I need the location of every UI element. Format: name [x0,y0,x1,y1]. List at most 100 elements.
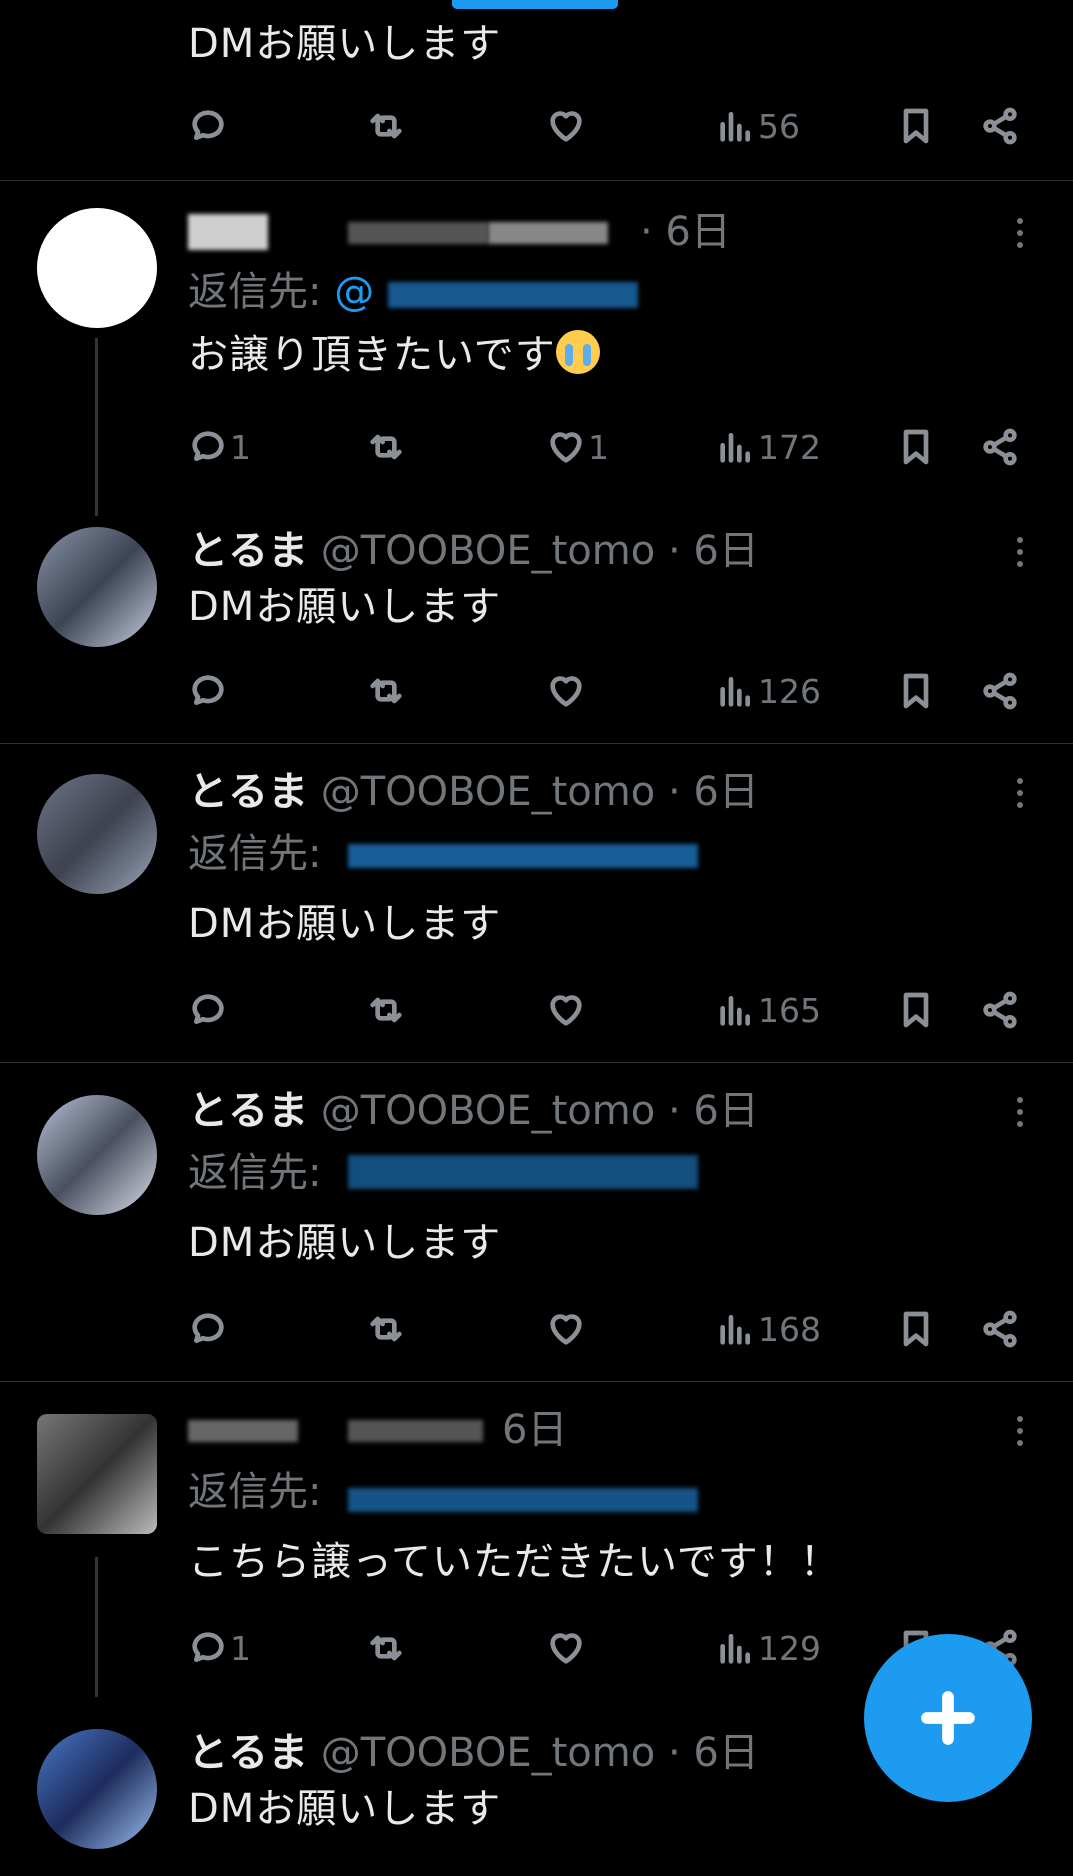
blurred-username [348,1420,483,1442]
more-button[interactable] [1010,774,1030,818]
share-button[interactable] [980,1305,1020,1353]
avatar[interactable] [37,1414,157,1534]
reply-button[interactable]: 1 [188,423,251,471]
bookmark-button[interactable] [896,986,936,1034]
views-button[interactable]: 168 [716,1305,821,1353]
bookmark-icon [896,427,936,467]
reply-button[interactable]: 1 [188,1624,251,1672]
like-count: 1 [588,427,609,467]
bookmark-icon [896,671,936,711]
avatar[interactable] [37,1729,157,1849]
tweet[interactable]: とるま @TOOBOE_tomo · 6日 DMお願いします 126 [0,510,1073,742]
reply-button[interactable] [188,1305,228,1353]
views-icon [716,1628,756,1668]
tweet-time[interactable]: · 6日 [668,1088,759,1134]
share-button[interactable] [980,986,1020,1034]
bookmark-button[interactable] [896,667,936,715]
views-button[interactable]: 126 [716,667,821,715]
reply-icon [188,427,228,467]
tweet[interactable]: DMお願いします 56 [0,0,1073,180]
tweet[interactable]: · 6日 返信先: @ お譲り頂きたいです 1 1 172 [0,181,1073,516]
views-button[interactable]: 165 [716,986,821,1034]
like-icon [546,106,586,146]
reply-button[interactable] [188,667,228,715]
bookmark-button[interactable] [896,1305,936,1353]
tweet-text: お譲り頂きたいです [188,330,600,379]
share-button[interactable] [980,423,1020,471]
views-button[interactable]: 172 [716,423,821,471]
more-button[interactable] [1010,533,1030,577]
avatar[interactable] [37,208,157,328]
user-handle[interactable]: @TOOBOE_tomo [321,1730,656,1776]
like-button[interactable] [546,1624,586,1672]
display-name[interactable]: とるま [188,1730,308,1776]
tweet-time[interactable]: · 6日 [668,1730,759,1776]
views-icon [716,671,756,711]
user-handle[interactable]: @TOOBOE_tomo [321,528,656,574]
share-button[interactable] [980,667,1020,715]
views-count: 165 [758,990,821,1030]
retweet-button[interactable] [366,423,406,471]
avatar[interactable] [37,1095,157,1215]
views-icon [716,1309,756,1349]
compose-button[interactable] [864,1634,1032,1802]
tweet[interactable]: とるま @TOOBOE_tomo · 6日 返信先: DMお願いします 165 [0,744,1073,1062]
like-button[interactable] [546,986,586,1034]
retweet-icon [366,106,406,146]
user-handle[interactable]: @TOOBOE_tomo [321,1088,656,1134]
tweet-time[interactable]: 6日 [502,1406,567,1454]
views-count: 172 [758,427,821,467]
retweet-button[interactable] [366,102,406,150]
tweet[interactable]: とるま @TOOBOE_tomo · 6日 返信先: DMお願いします 168 [0,1063,1073,1381]
tweet-text: DMお願いします [188,1786,502,1832]
crying-emoji-icon [555,330,600,374]
like-button[interactable] [546,1305,586,1353]
views-count: 56 [758,106,800,146]
tweet-time[interactable]: · 6日 [640,208,731,256]
reply-icon [188,1309,228,1349]
like-button[interactable]: 1 [546,423,609,471]
tweet-time[interactable]: · 6日 [668,769,759,815]
blurred-handle [348,1488,698,1512]
views-count: 168 [758,1309,821,1349]
reply-label: 返信先: [188,1469,322,1515]
retweet-button[interactable] [366,1624,406,1672]
like-icon [546,671,586,711]
avatar[interactable] [37,774,157,894]
share-button[interactable] [980,102,1020,150]
retweet-button[interactable] [366,1305,406,1353]
display-name[interactable]: とるま [188,769,308,815]
avatar[interactable] [37,527,157,647]
blurred-username [188,214,268,250]
views-button[interactable]: 56 [716,102,800,150]
display-name[interactable]: とるま [188,1088,308,1134]
like-button[interactable] [546,667,586,715]
tweet-text: DMお願いします [188,901,502,947]
like-icon [546,427,586,467]
more-button[interactable] [1010,1093,1030,1137]
user-handle[interactable]: @TOOBOE_tomo [321,769,656,815]
bookmark-button[interactable] [896,423,936,471]
tweet-actions: 1 1 172 [188,423,1028,471]
like-button[interactable] [546,102,586,150]
retweet-button[interactable] [366,986,406,1034]
views-icon [716,106,756,146]
reply-handle[interactable]: @ [334,269,374,315]
share-icon [980,990,1020,1030]
more-button[interactable] [1010,1412,1030,1456]
blurred-handle [348,844,698,868]
reply-button[interactable] [188,986,228,1034]
retweet-button[interactable] [366,667,406,715]
views-button[interactable]: 129 [716,1624,821,1672]
views-count: 129 [758,1628,821,1668]
like-icon [546,1628,586,1668]
thread-line [95,338,98,516]
bookmark-icon [896,1309,936,1349]
bookmark-button[interactable] [896,102,936,150]
tweet-text: こちら譲っていただきたいです！！ [188,1539,841,1585]
blurred-username [188,1420,298,1442]
display-name[interactable]: とるま [188,528,308,574]
reply-button[interactable] [188,102,228,150]
more-button[interactable] [1010,214,1030,258]
tweet-time[interactable]: · 6日 [668,528,759,574]
